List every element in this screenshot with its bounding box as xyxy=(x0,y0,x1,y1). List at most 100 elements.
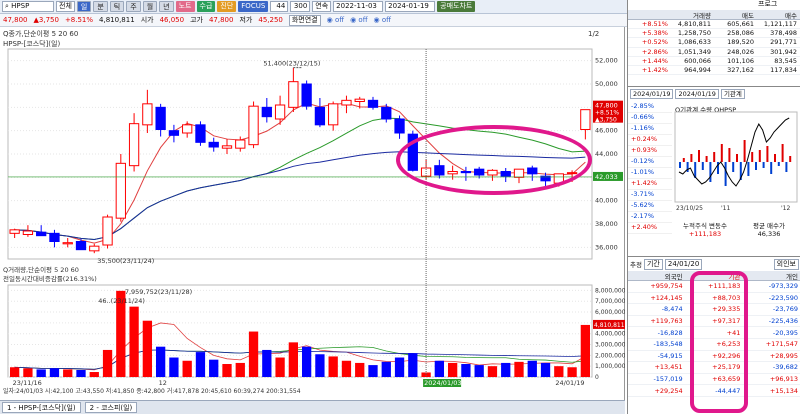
candle-body xyxy=(182,124,193,134)
off-toggle-2[interactable]: ◉ off xyxy=(350,16,367,24)
volume-value: 4,810,811 xyxy=(99,16,135,24)
top-table-header: 거래량 매도 매수 xyxy=(628,10,800,20)
price-tick-label: 44,000 xyxy=(595,150,618,158)
volume-bar xyxy=(248,331,259,377)
col-sell: 매도 xyxy=(742,11,754,20)
volume-bar xyxy=(341,360,352,377)
screen-link-button[interactable]: 화면연결 xyxy=(288,14,321,26)
candle-body xyxy=(314,106,326,126)
mini-bar xyxy=(774,154,776,162)
period-tick-button[interactable]: 틱 xyxy=(109,1,125,12)
volume-bar xyxy=(540,362,551,377)
scope-select[interactable]: 전체 xyxy=(56,1,75,12)
investor-table-cell: +97,317 xyxy=(712,317,741,326)
investor-table-row: -54,915 +92,296 +28,995 xyxy=(628,351,800,363)
to-date-input[interactable]: 2024/01/19 xyxy=(675,89,719,99)
volume-bar xyxy=(262,349,272,377)
col-volume: 거래량 xyxy=(693,11,711,20)
period-year-button[interactable]: 년 xyxy=(159,1,174,12)
mode-select[interactable]: 연속 xyxy=(312,1,332,12)
volume-bar xyxy=(527,360,537,377)
ticker-input[interactable]: ⌕ HPSP xyxy=(2,1,54,12)
candle-body xyxy=(261,106,272,118)
search-icon: ⌕ xyxy=(5,2,9,10)
volume-bar xyxy=(89,372,99,377)
end-date-input[interactable]: 2024-01-19 xyxy=(385,1,436,12)
side-pct-cell: +2.40% xyxy=(628,223,672,234)
investor-table-cell: -20,395 xyxy=(772,328,799,337)
candle-body xyxy=(168,130,180,136)
vol-high-label: 7,959,752(23/11/28) xyxy=(125,288,192,296)
investor-table-header: 외국인 기관 개인 xyxy=(628,271,800,281)
volume-bar xyxy=(368,365,378,377)
off-toggle-1[interactable]: ◉ off xyxy=(327,16,344,24)
foreign-button[interactable]: 외인보 xyxy=(773,258,799,270)
top-table-cell: 605,661 xyxy=(727,20,754,29)
investor-table-cell: -157,019 xyxy=(653,375,683,384)
candle-body xyxy=(208,141,219,148)
from-date-input[interactable]: 2024/01/19 xyxy=(630,89,674,99)
investor-table-row: +119,763 +97,317 -225,436 xyxy=(628,316,800,328)
top-table-cell: +1.42% xyxy=(641,66,668,75)
investor-table-cell: +111,183 xyxy=(708,282,741,291)
candle-body xyxy=(354,98,365,102)
investor-table-cell: -225,436 xyxy=(768,317,799,326)
price-tick-label: 46,000 xyxy=(595,127,618,135)
top-table-cell: 964,994 xyxy=(684,66,711,75)
quote-line: 47,800 ▲3,750 +8.51% 4,810,811 시가 46,050… xyxy=(0,14,640,27)
tab-hpsp[interactable]: 1 - HPSP-[코스닥](일) xyxy=(2,402,81,413)
last-pct-label: +8.51% xyxy=(595,110,619,117)
investor-table-cell: +28,995 xyxy=(769,351,799,360)
est-label: 추정 xyxy=(630,261,642,269)
candle-body xyxy=(36,231,47,237)
short-chart-button[interactable]: 공매도차트 xyxy=(437,1,476,12)
count-input[interactable]: 44 xyxy=(270,1,289,12)
start-date-input[interactable]: 2022-11-03 xyxy=(333,1,384,12)
period-mode-select[interactable]: 기간 xyxy=(643,258,663,270)
x-tick-label: 2024/01/03 xyxy=(424,379,461,387)
focus-button[interactable]: FOCUS xyxy=(238,1,269,12)
investor-table-cell: +29,335 xyxy=(712,305,741,314)
period-min-button[interactable]: 분 xyxy=(93,1,108,12)
mini-bar xyxy=(679,162,681,168)
price-pct: +8.51% xyxy=(64,16,94,24)
x-tick-label: 12 xyxy=(159,379,167,387)
off-toggle-3[interactable]: ◉ off xyxy=(374,16,391,24)
volume-bar xyxy=(315,354,325,377)
mini-bar xyxy=(751,152,754,162)
period-day-button[interactable]: 일 xyxy=(76,1,92,12)
investor-table-row: +124,145 +88,703 -223,590 xyxy=(628,293,800,305)
volume-tick-label: 4,000,000 xyxy=(595,331,625,338)
volume-legend: Q거래량,단순이평 5 20 60 xyxy=(3,265,79,274)
count2-input[interactable]: 300 xyxy=(290,1,311,12)
main-chart[interactable]: Q종가,단순이평 5 20 60 HPSP-[코스닥](일) 1/2 Q거래량,… xyxy=(0,27,625,400)
x-tick-label: 23/11/16 xyxy=(13,379,42,387)
tab-kospi[interactable]: 2 - 코스피(일) xyxy=(84,402,138,413)
volume-tick-label: 3,000,000 xyxy=(595,342,625,349)
mode-select[interactable]: 기관계 xyxy=(720,89,745,99)
mini-stats: 누적주식 변동수 평균 매수가 +111,183 46,336 xyxy=(673,220,800,240)
stat-value-cum: +111,183 xyxy=(688,230,722,238)
period-month-button[interactable]: 월 xyxy=(142,1,158,12)
top-table-cell: +0.52% xyxy=(641,38,668,47)
info-line: 일자:24/01/03 시:42,100 고:43,550 저:41,850 종… xyxy=(3,387,301,395)
mini-bar xyxy=(789,156,792,162)
note-button[interactable]: 노트 xyxy=(175,1,195,12)
investor-table-cell: +124,145 xyxy=(650,293,683,302)
top-table-cell: +8.51% xyxy=(641,20,668,29)
right-panel: 프로그 거래량 매도 매수 +8.51% 4,810,811 605,661 1,12… xyxy=(627,0,800,414)
period-date-input[interactable]: 24/01/20 xyxy=(664,258,703,270)
supply-button[interactable]: 수급 xyxy=(196,1,216,12)
ref-price-label: 42,033 xyxy=(595,173,618,181)
investor-table-cell: -16,828 xyxy=(657,328,683,337)
candle-body xyxy=(274,104,286,120)
mini-bar xyxy=(705,156,708,162)
price-tick-label: 50,000 xyxy=(595,80,618,88)
volume-bar xyxy=(580,324,591,377)
top-table-row: +0.52% 1,086,633 189,520 291,771 xyxy=(628,38,800,48)
diagnosis-button[interactable]: 진단 xyxy=(217,1,237,12)
candle-body xyxy=(447,171,458,175)
investor-table-cell: +119,763 xyxy=(650,317,683,326)
period-week-button[interactable]: 주 xyxy=(126,1,141,12)
volume-bar xyxy=(567,367,577,377)
